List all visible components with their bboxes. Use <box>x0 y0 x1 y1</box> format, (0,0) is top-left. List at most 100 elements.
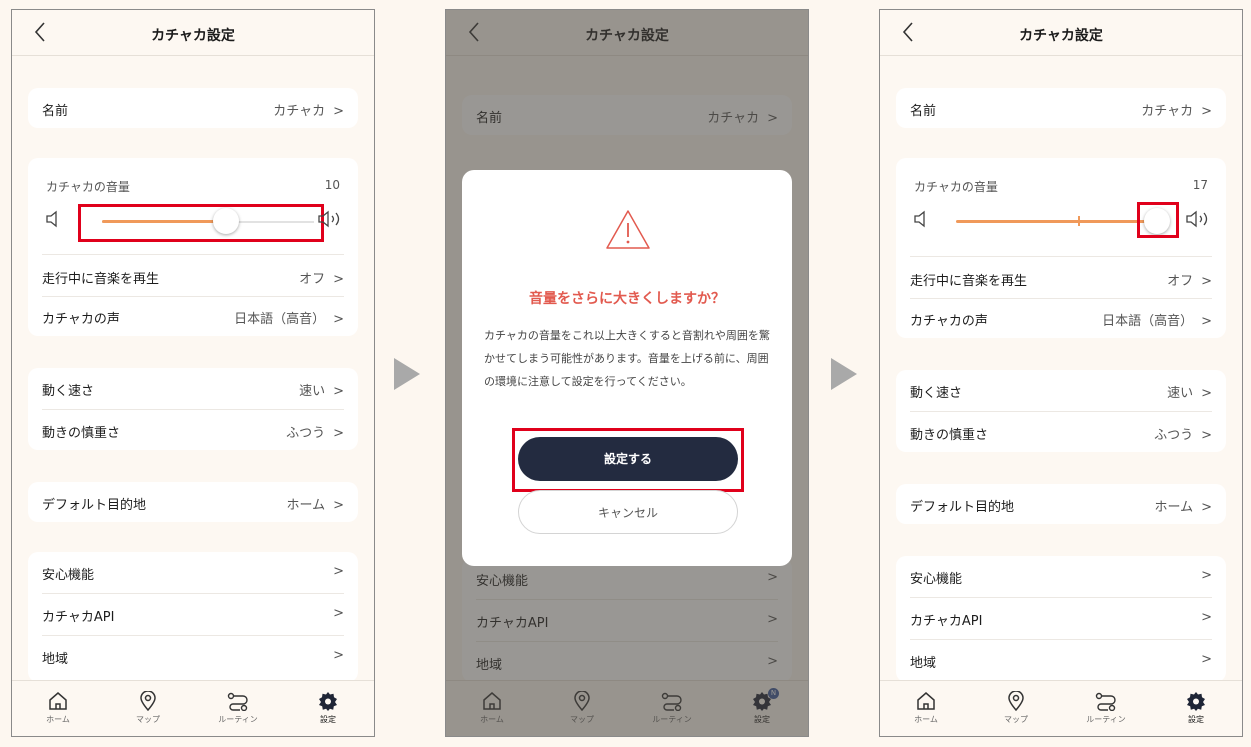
sound-card: カチャカの音量 17 走行中に音楽を再生 オフ > カチャカの声 日本語（高音） > <box>896 158 1226 338</box>
chevron-right-icon: > <box>1201 314 1212 329</box>
map-pin-icon <box>1008 691 1024 711</box>
chevron-right-icon: > <box>333 648 344 663</box>
speaker-mute-icon[interactable] <box>44 210 68 228</box>
name-card: 名前 カチャカ > <box>896 88 1226 128</box>
volume-value: 10 <box>324 178 340 192</box>
row-speed[interactable]: 動く速さ 速い > <box>28 368 358 408</box>
row-api[interactable]: カチャカAPI > <box>28 594 358 634</box>
tab-settings[interactable]: 設定 <box>298 691 358 725</box>
chevron-right-icon: > <box>333 272 344 287</box>
tab-map[interactable]: マップ <box>118 691 178 725</box>
speaker-loud-icon[interactable] <box>1184 210 1214 228</box>
destination-card: デフォルト目的地 ホーム > <box>896 484 1226 524</box>
tab-routine[interactable]: ルーティン <box>208 691 268 725</box>
row-label: 動く速さ <box>910 386 963 401</box>
row-region[interactable]: 地域 > <box>896 640 1226 680</box>
row-label: 動く速さ <box>42 384 95 399</box>
divider <box>42 254 344 255</box>
row-label: 走行中に音楽を再生 <box>910 274 1028 289</box>
row-value: 速い <box>1167 386 1194 401</box>
chevron-right-icon: > <box>333 384 344 399</box>
tab-label: ホーム <box>46 715 70 724</box>
volume-fill[interactable] <box>956 220 1162 223</box>
row-caution[interactable]: 動きの慎重さ ふつう > <box>28 410 358 450</box>
cancel-button[interactable]: キャンセル <box>518 490 738 534</box>
tab-settings[interactable]: 設定 <box>1166 691 1226 725</box>
dialog-message: カチャカの音量をこれ以上大きくすると音割れや周囲を驚かせてしまう可能性があります… <box>484 329 770 388</box>
volume-label: カチャカの音量 <box>46 180 130 194</box>
misc-card: 安心機能 > カチャカAPI > 地域 > <box>896 556 1226 682</box>
divider <box>910 256 1212 257</box>
page-title: カチャカ設定 <box>151 28 235 44</box>
row-voice[interactable]: カチャカの声 日本語（高音） > <box>896 298 1226 338</box>
row-voice[interactable]: カチャカの声 日本語（高音） > <box>28 296 358 336</box>
tab-label: マップ <box>1004 715 1028 724</box>
tab-label: ルーティン <box>218 715 258 724</box>
phone-screen-2: カチャカ設定 名前 カチャカ> 安心機能 > カチャカAPI > 地域 > ホー… <box>445 9 809 737</box>
row-label: 地域 <box>910 656 937 671</box>
speaker-mute-icon[interactable] <box>912 210 936 228</box>
tab-map[interactable]: マップ <box>986 691 1046 725</box>
tab-label: 設定 <box>1188 715 1204 724</box>
routine-icon <box>1095 692 1116 711</box>
chevron-right-icon: > <box>1201 428 1212 443</box>
gear-icon <box>1187 692 1205 711</box>
phone-screen-1: カチャカ設定 名前 カチャカ > カチャカの音量 10 走行中に音楽を再生 オフ >… <box>11 9 375 737</box>
volume-warning-dialog: 音量をさらに大きくしますか？ カチャカの音量をこれ以上大きくすると音割れや周囲を… <box>462 170 792 566</box>
chevron-right-icon: > <box>1201 652 1212 667</box>
row-safety[interactable]: 安心機能 > <box>896 556 1226 596</box>
row-caution[interactable]: 動きの慎重さ ふつう > <box>896 412 1226 452</box>
chevron-right-icon: > <box>333 564 344 579</box>
row-region[interactable]: 地域 > <box>28 636 358 676</box>
chevron-right-icon: > <box>333 606 344 621</box>
row-music[interactable]: 走行中に音楽を再生 オフ > <box>28 256 358 296</box>
sound-card: カチャカの音量 10 走行中に音楽を再生 オフ > カチャカの声 日本語（高音） > <box>28 158 358 336</box>
row-value: ホーム <box>286 498 326 513</box>
volume-fill <box>102 220 222 223</box>
volume-value: 17 <box>1192 178 1208 192</box>
chevron-right-icon: > <box>333 312 344 327</box>
speaker-loud-icon[interactable] <box>316 210 346 228</box>
row-value: カチャカ <box>1141 104 1194 119</box>
app-header: カチャカ設定 <box>12 10 374 56</box>
row-api[interactable]: カチャカAPI > <box>896 598 1226 638</box>
home-icon <box>49 692 67 710</box>
row-label: カチャカの声 <box>42 312 120 327</box>
row-value: オフ <box>299 272 326 287</box>
row-label: 名前 <box>910 104 937 119</box>
row-label: 安心機能 <box>42 568 95 583</box>
chevron-right-icon: > <box>1201 568 1212 583</box>
tab-home[interactable]: ホーム <box>28 691 88 725</box>
misc-card: 安心機能 > カチャカAPI > 地域 > <box>28 552 358 682</box>
row-label: カチャカの声 <box>910 314 988 329</box>
chevron-right-icon: > <box>1201 500 1212 515</box>
row-value: カチャカ <box>273 104 326 119</box>
row-label: 走行中に音楽を再生 <box>42 272 160 287</box>
next-step-arrow-icon <box>831 358 857 390</box>
row-speed[interactable]: 動く速さ 速い > <box>896 370 1226 410</box>
row-label: デフォルト目的地 <box>910 500 1015 515</box>
tab-bar: ホーム マップ ルーティン 設定 <box>880 680 1242 736</box>
name-card: 名前 カチャカ > <box>28 88 358 128</box>
row-name[interactable]: 名前 カチャカ > <box>28 88 358 128</box>
dialog-title: 音量をさらに大きくしますか？ <box>529 291 725 307</box>
row-safety[interactable]: 安心機能 > <box>28 552 358 592</box>
row-destination[interactable]: デフォルト目的地 ホーム > <box>896 484 1226 524</box>
row-value: ふつう <box>286 426 326 441</box>
row-name[interactable]: 名前 カチャカ > <box>896 88 1226 128</box>
row-value: ふつう <box>1154 428 1194 443</box>
volume-slider-thumb[interactable] <box>1144 208 1170 234</box>
row-value: 日本語（高音） <box>234 312 326 327</box>
chevron-right-icon: > <box>1201 386 1212 401</box>
next-step-arrow-icon <box>394 358 420 390</box>
destination-card: デフォルト目的地 ホーム > <box>28 482 358 522</box>
tab-home[interactable]: ホーム <box>896 691 956 725</box>
volume-slider-thumb[interactable] <box>213 208 239 234</box>
volume-label: カチャカの音量 <box>914 180 998 194</box>
tab-routine[interactable]: ルーティン <box>1076 691 1136 725</box>
row-destination[interactable]: デフォルト目的地 ホーム > <box>28 482 358 522</box>
tab-label: マップ <box>136 715 160 724</box>
confirm-button[interactable]: 設定する <box>518 437 738 481</box>
chevron-right-icon: > <box>1201 610 1212 625</box>
row-music[interactable]: 走行中に音楽を再生 オフ > <box>896 258 1226 298</box>
